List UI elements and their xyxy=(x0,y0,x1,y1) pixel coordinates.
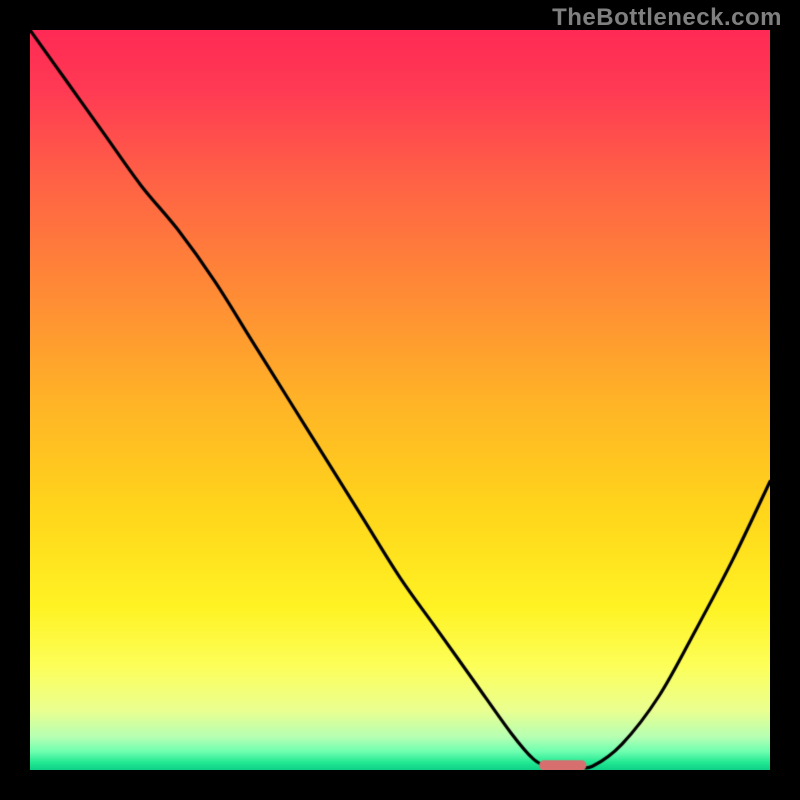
plot-area xyxy=(30,30,770,770)
gradient-chart-canvas xyxy=(30,30,770,770)
chart-frame: TheBottleneck.com xyxy=(0,0,800,800)
watermark-text: TheBottleneck.com xyxy=(552,4,782,32)
